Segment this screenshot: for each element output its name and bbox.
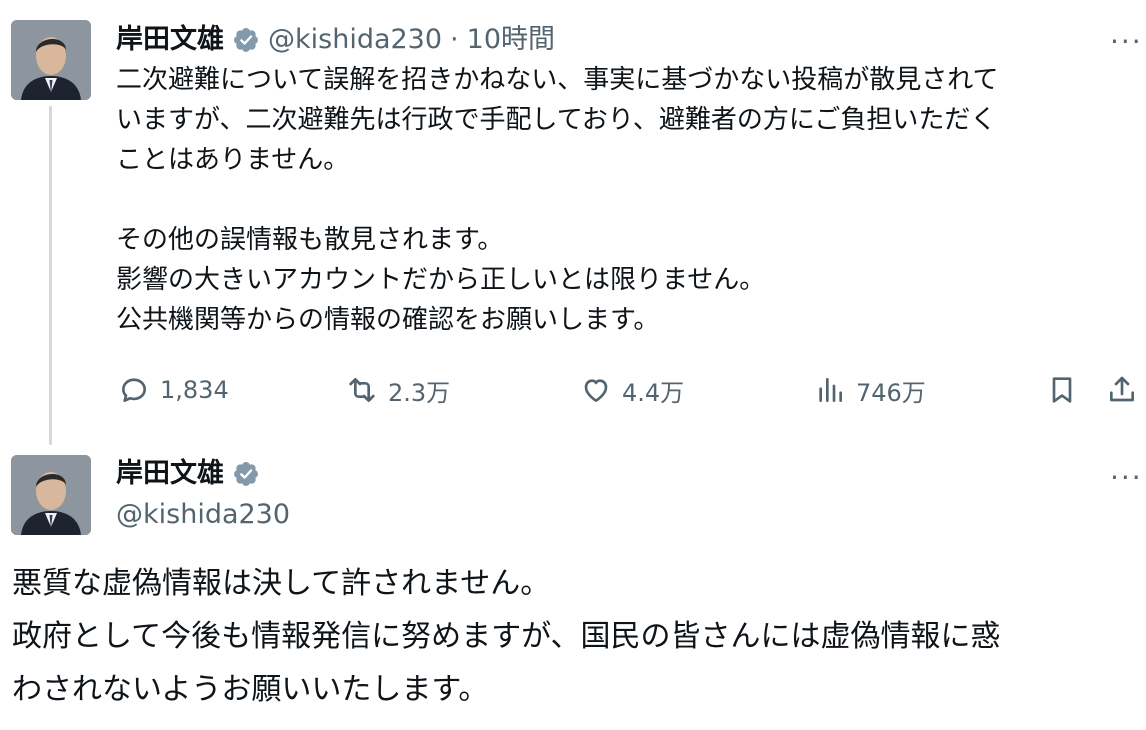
text-line: わされないようお願いいたします。 bbox=[12, 672, 489, 707]
separator-dot: · bbox=[450, 24, 459, 55]
repost-button[interactable]: 2.3万 bbox=[346, 370, 450, 410]
share-button[interactable] bbox=[1106, 370, 1138, 410]
verified-badge-icon bbox=[232, 26, 260, 54]
views-button[interactable]: 746万 bbox=[814, 370, 926, 410]
author-handle[interactable]: @kishida230 bbox=[268, 22, 442, 58]
bookmark-icon bbox=[1052, 377, 1072, 403]
text-line: ことはありません。 bbox=[116, 145, 350, 175]
author-handle[interactable]: @kishida230 bbox=[116, 497, 290, 533]
avatar[interactable] bbox=[11, 455, 91, 535]
author-name[interactable]: 岸田文雄 bbox=[116, 456, 224, 492]
like-button[interactable]: 4.4万 bbox=[580, 370, 684, 410]
reply-button[interactable]: 1,834 bbox=[118, 370, 229, 410]
reply-icon bbox=[122, 378, 146, 402]
text-line: 二次避難について誤解を招きかねない、事実に基づかない投稿が散見されて bbox=[116, 65, 999, 95]
share-icon bbox=[1110, 376, 1134, 402]
tweet-time[interactable]: 10時間 bbox=[467, 22, 555, 58]
text-line: 影響の大きいアカウントだから正しいとは限りません。 bbox=[116, 265, 766, 295]
text-line: その他の誤情報も散見されます。 bbox=[116, 225, 504, 255]
more-icon[interactable]: ··· bbox=[1110, 464, 1143, 492]
more-icon[interactable]: ··· bbox=[1110, 28, 1143, 56]
views-icon bbox=[819, 378, 842, 402]
like-count: 4.4万 bbox=[622, 378, 685, 407]
reply-count: 1,834 bbox=[160, 376, 229, 404]
tweet1-header: 岸田文雄 @kishida230 · 10時間 bbox=[116, 22, 555, 58]
bookmark-button[interactable] bbox=[1046, 370, 1078, 410]
author-name[interactable]: 岸田文雄 bbox=[116, 22, 224, 58]
verified-badge-icon bbox=[232, 460, 260, 488]
repost-icon bbox=[349, 378, 375, 402]
text-line: 公共機関等からの情報の確認をお願いします。 bbox=[116, 305, 660, 335]
view-count: 746万 bbox=[856, 378, 926, 407]
tweet2-header: 岸田文雄 bbox=[116, 456, 260, 492]
thread-line bbox=[49, 106, 52, 445]
avatar[interactable] bbox=[11, 20, 91, 100]
text-line: いますが、二次避難先は行政で手配しており、避難者の方にご負担いただく bbox=[116, 105, 997, 135]
text-line: 悪質な虚偽情報は決して許されません。 bbox=[12, 566, 551, 601]
repost-count: 2.3万 bbox=[388, 378, 451, 407]
tweet2-text: 悪質な虚偽情報は決して許されません。 政府として今後も情報発信に努めますが、国民… bbox=[12, 557, 1142, 716]
tweet1-text: 二次避難について誤解を招きかねない、事実に基づかない投稿が散見されて いますが、… bbox=[116, 60, 1136, 340]
text-line: 政府として今後も情報発信に努めますが、国民の皆さんには虚偽情報に惑 bbox=[12, 619, 1001, 654]
like-icon bbox=[584, 379, 608, 402]
